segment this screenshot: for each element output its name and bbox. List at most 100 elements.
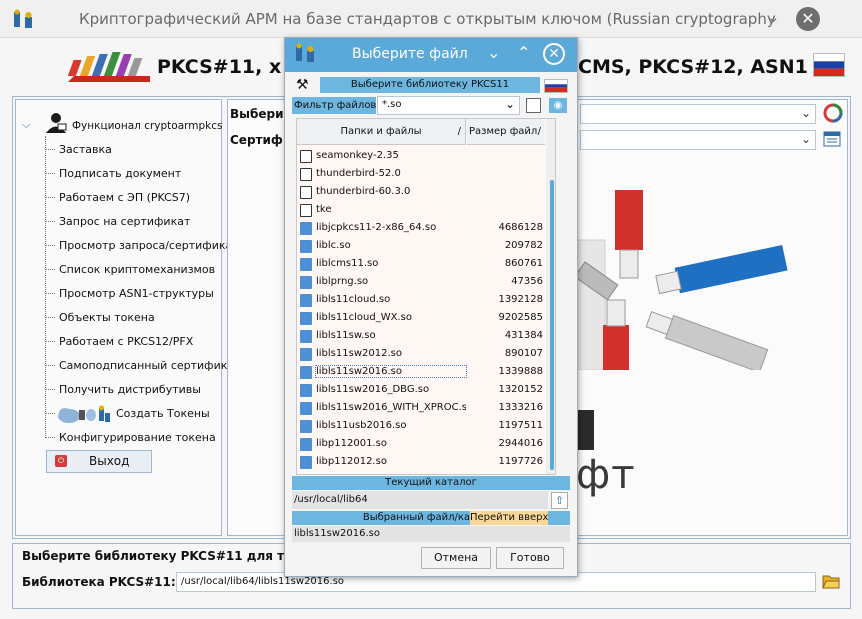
tree-item-asn1[interactable]: Просмотр ASN1-структуры: [59, 287, 214, 300]
tree-item-pkcs12[interactable]: Работаем с PKCS12/PFX: [59, 335, 193, 348]
list-item[interactable]: libls11sw2016_DBG.so 1320152: [298, 382, 545, 400]
file-size: 1392128: [498, 294, 543, 305]
status-title: Выберите библиотеку PKCS#11 для ток: [22, 549, 301, 563]
tree-expand-icon[interactable]: ⌵: [22, 118, 30, 132]
list-item[interactable]: liblprng.so 47356: [298, 274, 545, 292]
russian-flag-icon[interactable]: [544, 79, 568, 93]
go-up-button[interactable]: Перейти вверх: [470, 511, 548, 525]
list-item[interactable]: libls11cloud.so 1392128: [298, 292, 545, 310]
file-name: liblc.so: [316, 240, 351, 251]
directory-up-button[interactable]: ⇧: [551, 492, 568, 509]
file-name: libls11sw2012.so: [316, 348, 402, 359]
column-header-size-label: Размер файл: [469, 126, 538, 137]
tree-item-mechanisms[interactable]: Список криптомеханизмов: [59, 263, 215, 276]
dialog-title: Выберите файл: [352, 46, 468, 62]
file-icon: [300, 294, 312, 307]
list-item[interactable]: libp112001.so 2944016: [298, 436, 545, 454]
file-name: libp112012.so: [316, 456, 387, 467]
file-size: 2944016: [498, 438, 543, 449]
library-path-label: Библиотека PKCS#11:: [22, 575, 176, 589]
usb-tokens-image: [575, 190, 788, 370]
list-item[interactable]: seamonkey-2.35: [298, 148, 545, 166]
file-icon: [300, 420, 312, 433]
hidden-files-checkbox[interactable]: [526, 98, 541, 113]
file-icon: [300, 222, 312, 235]
tree-item-splash[interactable]: Заставка: [59, 143, 112, 156]
cancel-button[interactable]: Отмена: [421, 547, 491, 569]
library-select[interactable]: ⌄: [580, 104, 816, 124]
column-header-size[interactable]: Размер файл /: [467, 119, 545, 145]
tree-connector: [45, 293, 55, 294]
chevron-down-icon: ⌄: [800, 132, 811, 146]
window-title: Криптографический АРМ на базе стандартов…: [79, 10, 776, 28]
minimize-icon[interactable]: ⌄: [487, 43, 500, 62]
list-item[interactable]: thunderbird-52.0: [298, 166, 545, 184]
file-name: liblprng.so: [316, 276, 369, 287]
list-item-selected[interactable]: libls11sw2016.so 1339888: [298, 364, 545, 382]
tree-item-pkcs7[interactable]: Работаем с ЭП (PKCS7): [59, 191, 190, 204]
dialog-close-button[interactable]: ✕: [543, 43, 565, 65]
tree-connector: [45, 437, 55, 438]
list-item[interactable]: libls11sw.so 431384: [298, 328, 545, 346]
certificate-select[interactable]: ⌄: [580, 130, 816, 150]
current-dir-field[interactable]: /usr/local/lib64: [292, 491, 548, 509]
refresh-icon[interactable]: [823, 103, 843, 123]
current-dir-label: Текущий каталог: [292, 476, 570, 490]
file-filter-select[interactable]: *.so ⌄: [377, 96, 520, 115]
list-item[interactable]: libls11cloud_WX.so 9202585: [298, 310, 545, 328]
file-icon: [300, 312, 312, 325]
chevron-down-icon[interactable]: ⌄: [767, 8, 780, 26]
file-name: tke: [316, 204, 332, 215]
tree-item-selfsigned[interactable]: Самоподписанный сертификат: [59, 359, 241, 372]
column-header-name[interactable]: Папки и файлы /: [297, 119, 466, 145]
list-item[interactable]: tke: [298, 202, 545, 220]
file-size: 1339888: [498, 366, 543, 377]
list-item[interactable]: libls11usb2016.so 1197511: [298, 418, 545, 436]
eye-icon[interactable]: ◉: [549, 98, 567, 113]
create-tokens-icon: [58, 405, 110, 423]
selected-file-field[interactable]: libls11sw2016.so: [292, 526, 570, 542]
certificate-row-label: Сертиф: [230, 133, 283, 147]
file-size: 209782: [504, 240, 543, 251]
tree-item-configure-token[interactable]: Конфигурирование токена: [59, 431, 216, 444]
ok-button[interactable]: Готово: [496, 547, 564, 569]
tree-item-sign-document[interactable]: Подписать документ: [59, 167, 181, 180]
file-icon: [300, 258, 312, 271]
list-item[interactable]: libp112012.so 1197726: [298, 454, 545, 472]
list-item[interactable]: libls11sw2016_WITH_XPROC.s 1333216: [298, 400, 545, 418]
brand-logo-fragment: [576, 410, 594, 450]
tree-connector: [45, 149, 55, 150]
tree-item-view-request[interactable]: Просмотр запроса/сертификата: [59, 239, 245, 252]
folder-icon: [300, 150, 312, 163]
tree-root-label[interactable]: Функционал cryptoarmpkcs: [72, 120, 223, 132]
tree-item-create-tokens[interactable]: Создать Токены: [116, 407, 210, 420]
list-scrollbar-thumb[interactable]: [550, 180, 554, 470]
maximize-icon[interactable]: ⌃: [517, 43, 530, 62]
close-window-button[interactable]: ✕: [796, 7, 820, 31]
file-size: 1197511: [498, 420, 543, 431]
tree-item-distributions[interactable]: Получить дистрибутивы: [59, 383, 201, 396]
file-filter-value: *.so: [382, 99, 402, 110]
tree-connector: [45, 269, 55, 270]
certificate-list-icon[interactable]: [823, 131, 841, 147]
chevron-down-icon: ⌄: [504, 97, 515, 111]
tree-item-cert-request[interactable]: Запрос на сертификат: [59, 215, 190, 228]
sort-icon: /: [457, 126, 461, 137]
file-icon: [300, 366, 312, 379]
list-item[interactable]: libjcpkcs11-2-x86_64.so 4686128: [298, 220, 545, 238]
tree-connector: [45, 221, 55, 222]
tree-connector: [45, 365, 55, 366]
russian-flag-icon[interactable]: [813, 53, 845, 77]
file-size: 9202585: [498, 312, 543, 323]
list-item[interactable]: thunderbird-60.3.0: [298, 184, 545, 202]
file-name: thunderbird-60.3.0: [316, 186, 411, 197]
tree-item-token-objects[interactable]: Объекты токена: [59, 311, 155, 324]
file-size: 890107: [504, 348, 543, 359]
file-name: libls11sw2016.so: [315, 365, 467, 378]
tree-connector: [45, 173, 55, 174]
tree-connector: [45, 197, 55, 198]
folder-open-icon[interactable]: [822, 573, 840, 589]
list-item[interactable]: libls11sw2012.so 890107: [298, 346, 545, 364]
list-item[interactable]: liblcms11.so 860761: [298, 256, 545, 274]
list-item[interactable]: liblc.so 209782: [298, 238, 545, 256]
